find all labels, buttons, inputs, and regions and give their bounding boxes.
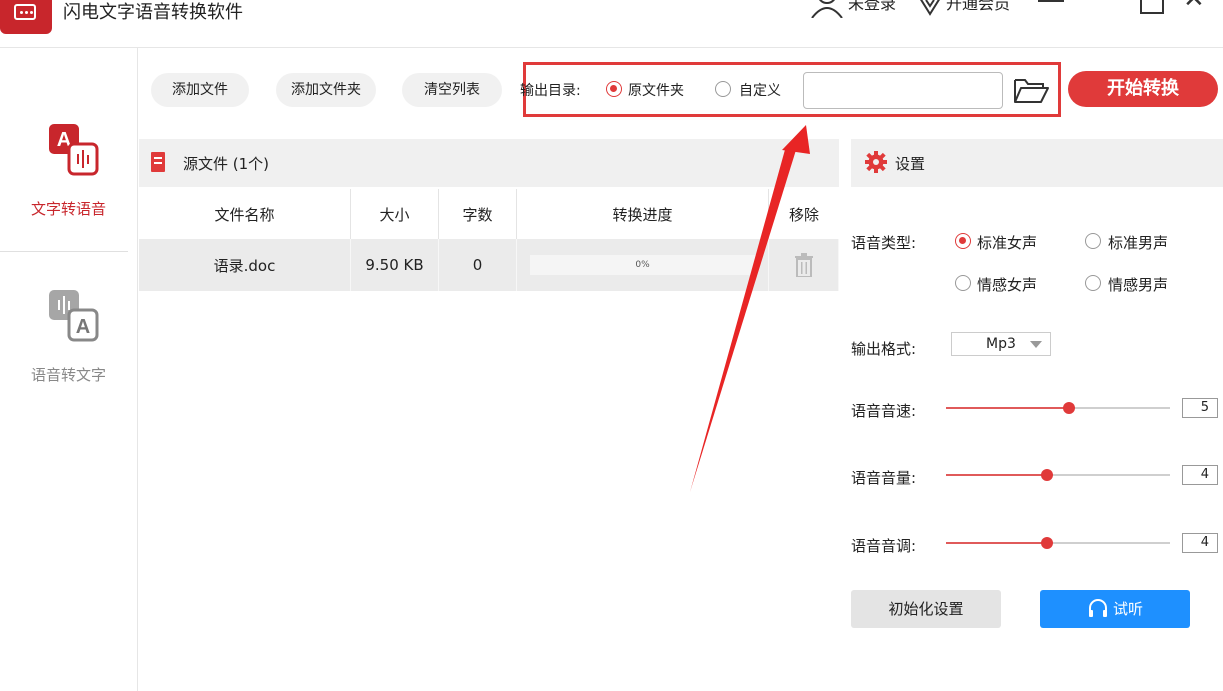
pitch-label: 语音音调: [851, 537, 917, 555]
progress-cell: 0% [517, 239, 769, 291]
listen-label: 试听 [1112, 600, 1143, 618]
radio-emotional-male[interactable] [1085, 275, 1101, 291]
remove-cell [769, 239, 839, 291]
slider-thumb[interactable] [1041, 469, 1053, 481]
slider-thumb[interactable] [1063, 402, 1075, 414]
settings-title: 设置 [895, 155, 926, 173]
sidebar-item-label: 语音转文字 [30, 366, 106, 384]
file-name: 语录.doc [139, 239, 351, 291]
word-count: 0 [439, 239, 517, 291]
volume-label: 语音音量: [851, 469, 917, 487]
column-header-size: 大小 [351, 189, 439, 239]
slider-fill [946, 474, 1047, 476]
radio-emotional-male-label[interactable]: 情感男声 [1108, 274, 1168, 295]
document-icon [151, 152, 165, 172]
source-files-header: 源文件 (1个) [139, 139, 839, 187]
radio-standard-male-label[interactable]: 标准男声 [1108, 232, 1168, 253]
output-format-select[interactable]: Mp3 [951, 332, 1051, 356]
source-files-title: 源文件 (1个) [183, 155, 270, 173]
voice-type-label: 语音类型: [851, 234, 917, 252]
volume-slider[interactable] [946, 467, 1170, 483]
text-to-speech-icon: A [48, 124, 98, 176]
table-row[interactable]: 语录.doc 9.50 KB 0 0% [139, 239, 839, 291]
vip-link[interactable]: 开通会员 [946, 0, 1010, 14]
radio-standard-male[interactable] [1085, 233, 1101, 249]
speed-value[interactable]: 5 [1182, 398, 1218, 418]
sidebar-item-text-to-speech[interactable]: A 文字转语音 [0, 124, 137, 219]
pitch-slider[interactable] [946, 535, 1170, 551]
headphones-icon [1088, 599, 1107, 617]
clear-list-button[interactable]: 清空列表 [402, 73, 502, 107]
column-header-remove: 移除 [788, 205, 819, 224]
speech-to-text-icon: A [48, 290, 98, 342]
add-folder-button[interactable]: 添加文件夹 [276, 73, 376, 107]
radio-source-folder[interactable] [606, 81, 622, 97]
start-convert-button[interactable]: 开始转换 [1068, 71, 1218, 107]
maximize-icon[interactable] [1140, 0, 1164, 14]
radio-standard-female[interactable] [955, 233, 971, 249]
pitch-value[interactable]: 4 [1182, 533, 1218, 553]
menu-icon[interactable] [1038, 0, 1064, 16]
chevron-down-icon [1030, 341, 1042, 348]
reset-settings-button[interactable]: 初始化设置 [851, 590, 1001, 628]
sidebar: A 文字转语音 A 语音转文字 [0, 48, 138, 691]
file-table: 文件名称 大小 字数 转换进度 移除 语录.doc 9.50 KB 0 0% [139, 189, 839, 291]
folder-open-icon[interactable] [1011, 76, 1051, 106]
vip-diamond-icon[interactable] [918, 0, 942, 16]
radio-emotional-female-label[interactable]: 情感女声 [977, 274, 1037, 295]
speed-slider[interactable] [946, 400, 1170, 416]
title-bar: 闪电文字语音转换软件 未登录 开通会员 ✕ [0, 0, 1223, 48]
output-directory-label: 输出目录: [520, 83, 581, 99]
speed-label: 语音音速: [851, 402, 917, 420]
column-header-name: 文件名称 [139, 189, 351, 239]
slider-fill [946, 407, 1069, 409]
close-icon[interactable]: ✕ [1183, 0, 1205, 12]
radio-custom[interactable] [715, 81, 731, 97]
app-logo-icon [0, 0, 52, 34]
output-path-input[interactable] [803, 72, 1003, 109]
listen-button[interactable]: 试听 [1040, 590, 1190, 628]
volume-value[interactable]: 4 [1182, 465, 1218, 485]
gear-icon [865, 151, 887, 173]
output-format-label: 输出格式: [851, 340, 917, 358]
sidebar-item-speech-to-text[interactable]: A 语音转文字 [0, 290, 137, 385]
table-header: 文件名称 大小 字数 转换进度 移除 [139, 189, 839, 239]
sidebar-divider [0, 251, 128, 252]
user-icon[interactable] [810, 0, 844, 18]
radio-source-folder-label[interactable]: 原文件夹 [628, 80, 684, 100]
progress-bar: 0% [529, 255, 756, 275]
file-size: 9.50 KB [351, 239, 439, 291]
radio-standard-female-label[interactable]: 标准女声 [977, 232, 1037, 253]
sidebar-item-label: 文字转语音 [30, 200, 106, 218]
radio-custom-label[interactable]: 自定义 [739, 80, 781, 100]
output-format-value: Mp3 [986, 336, 1016, 352]
column-header-progress: 转换进度 [517, 189, 769, 239]
login-link[interactable]: 未登录 [848, 0, 896, 14]
app-title: 闪电文字语音转换软件 [63, 2, 243, 23]
slider-fill [946, 542, 1047, 544]
trash-icon[interactable] [794, 253, 814, 277]
radio-emotional-female[interactable] [955, 275, 971, 291]
column-header-words: 字数 [439, 189, 517, 239]
settings-header: 设置 [851, 139, 1223, 187]
add-file-button[interactable]: 添加文件 [151, 73, 249, 107]
svg-text:A: A [75, 316, 89, 338]
slider-thumb[interactable] [1041, 537, 1053, 549]
